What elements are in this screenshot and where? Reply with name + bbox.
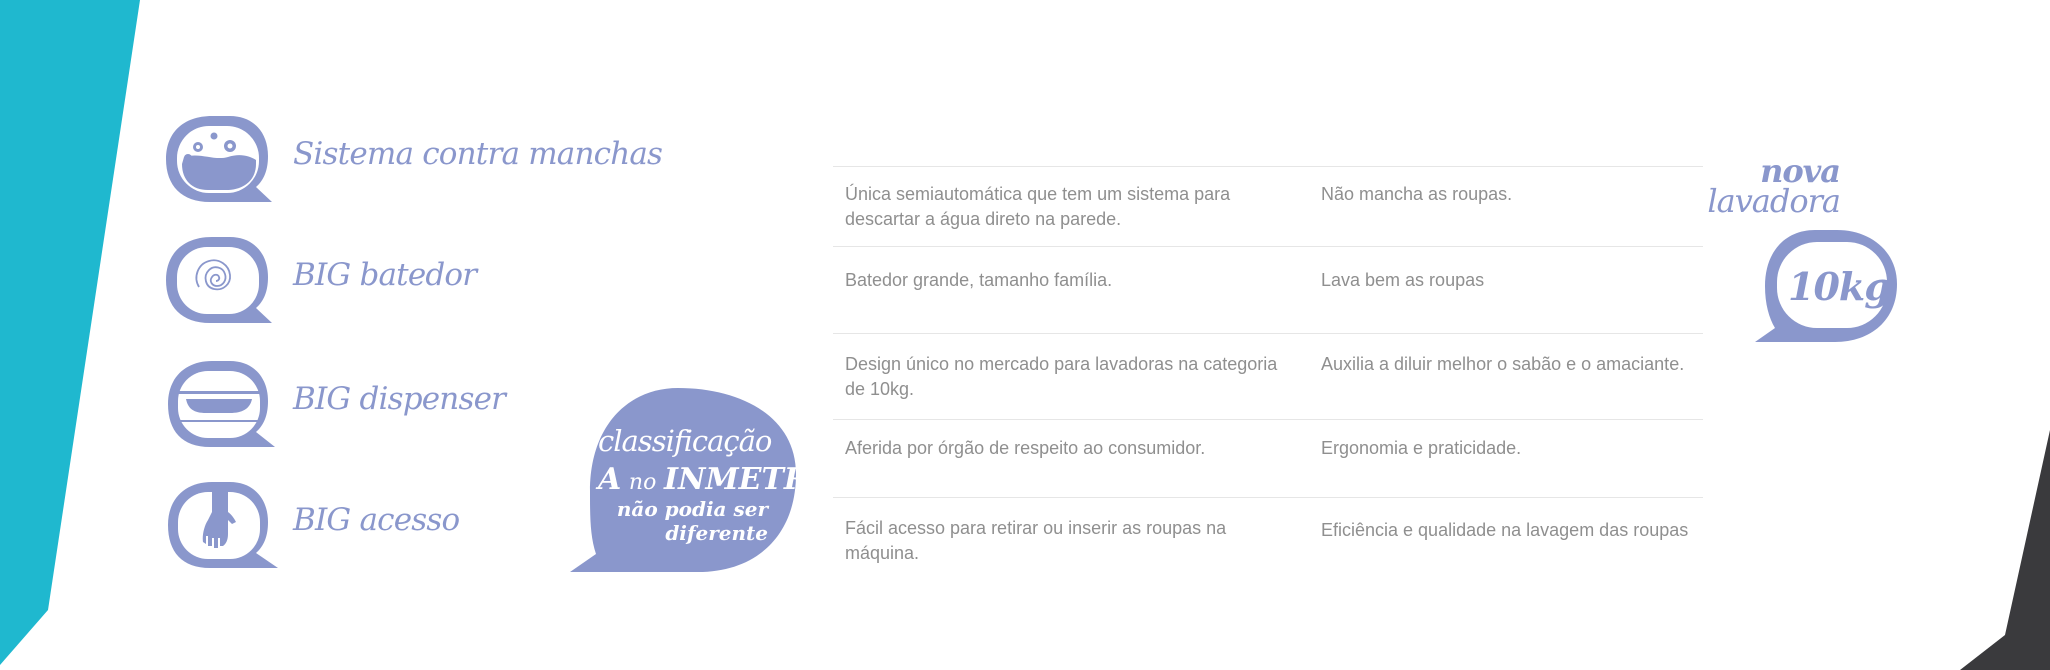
table-row: Design único no mercado para lavadoras n…: [833, 333, 1703, 420]
inmetro-classification-text: classificação: [598, 424, 772, 458]
table-row: Batedor grande, tamanho família. Lava be…: [833, 246, 1703, 334]
table-cell-benefit: Lava bem as roupas: [1321, 270, 1485, 290]
table-cell-benefit: Ergonomia e praticidade.: [1321, 438, 1522, 458]
dispenser-icon: [168, 361, 275, 447]
inmetro-badge: classificação A no INMETRO não podia ser…: [568, 386, 835, 574]
rating-letter: A: [598, 462, 622, 497]
table-row: Única semiautomática que tem um sistema …: [833, 166, 1703, 247]
dark-corner-shape: [1960, 430, 2050, 670]
feature-label: BIG batedor: [293, 257, 477, 293]
bubbles-icon: [166, 116, 272, 202]
spiral-icon: [166, 237, 272, 323]
inmetro-rating-text: A no INMETRO: [598, 462, 835, 497]
table-row: Fácil acesso para retirar ou inserir as …: [833, 497, 1703, 578]
table-cell-benefit: Auxilia a diluir melhor o sabão e o amac…: [1321, 354, 1685, 374]
feature-label: BIG dispenser: [293, 381, 506, 417]
capacity-text: 10kg: [1788, 264, 1891, 309]
feature-label: BIG acesso: [293, 502, 460, 538]
table-cell-feature: Aferida por órgão de respeito ao consumi…: [845, 438, 1206, 458]
inmetro-tagline-2: diferente: [665, 521, 768, 545]
table-cell-benefit: Não mancha as roupas.: [1321, 184, 1513, 204]
table-cell-feature: Única semiautomática que tem um sistema …: [845, 184, 1231, 229]
table-row: Aferida por órgão de respeito ao consumi…: [833, 419, 1703, 498]
feature-big-agitator: BIG batedor: [160, 233, 660, 328]
table-cell-feature: Design único no mercado para lavadoras n…: [845, 354, 1278, 399]
hand-icon: [168, 482, 278, 568]
rating-inmetro: INMETRO: [663, 462, 835, 497]
rating-no: no: [628, 470, 657, 495]
feature-stain-system: Sistema contra manchas: [160, 112, 663, 207]
table-cell-feature: Fácil acesso para retirar ou inserir as …: [845, 518, 1227, 563]
lavadora-text: lavadora: [1707, 182, 1841, 220]
feature-label: Sistema contra manchas: [293, 136, 663, 172]
new-washer-callout: nova lavadora 10kg: [1707, 152, 1900, 352]
teal-background-shape: [0, 0, 140, 665]
inmetro-tagline-1: não podia ser: [616, 497, 768, 521]
table-cell-feature: Batedor grande, tamanho família.: [845, 270, 1113, 290]
table-cell-benefit: Eficiência e qualidade na lavagem das ro…: [1321, 520, 1689, 540]
